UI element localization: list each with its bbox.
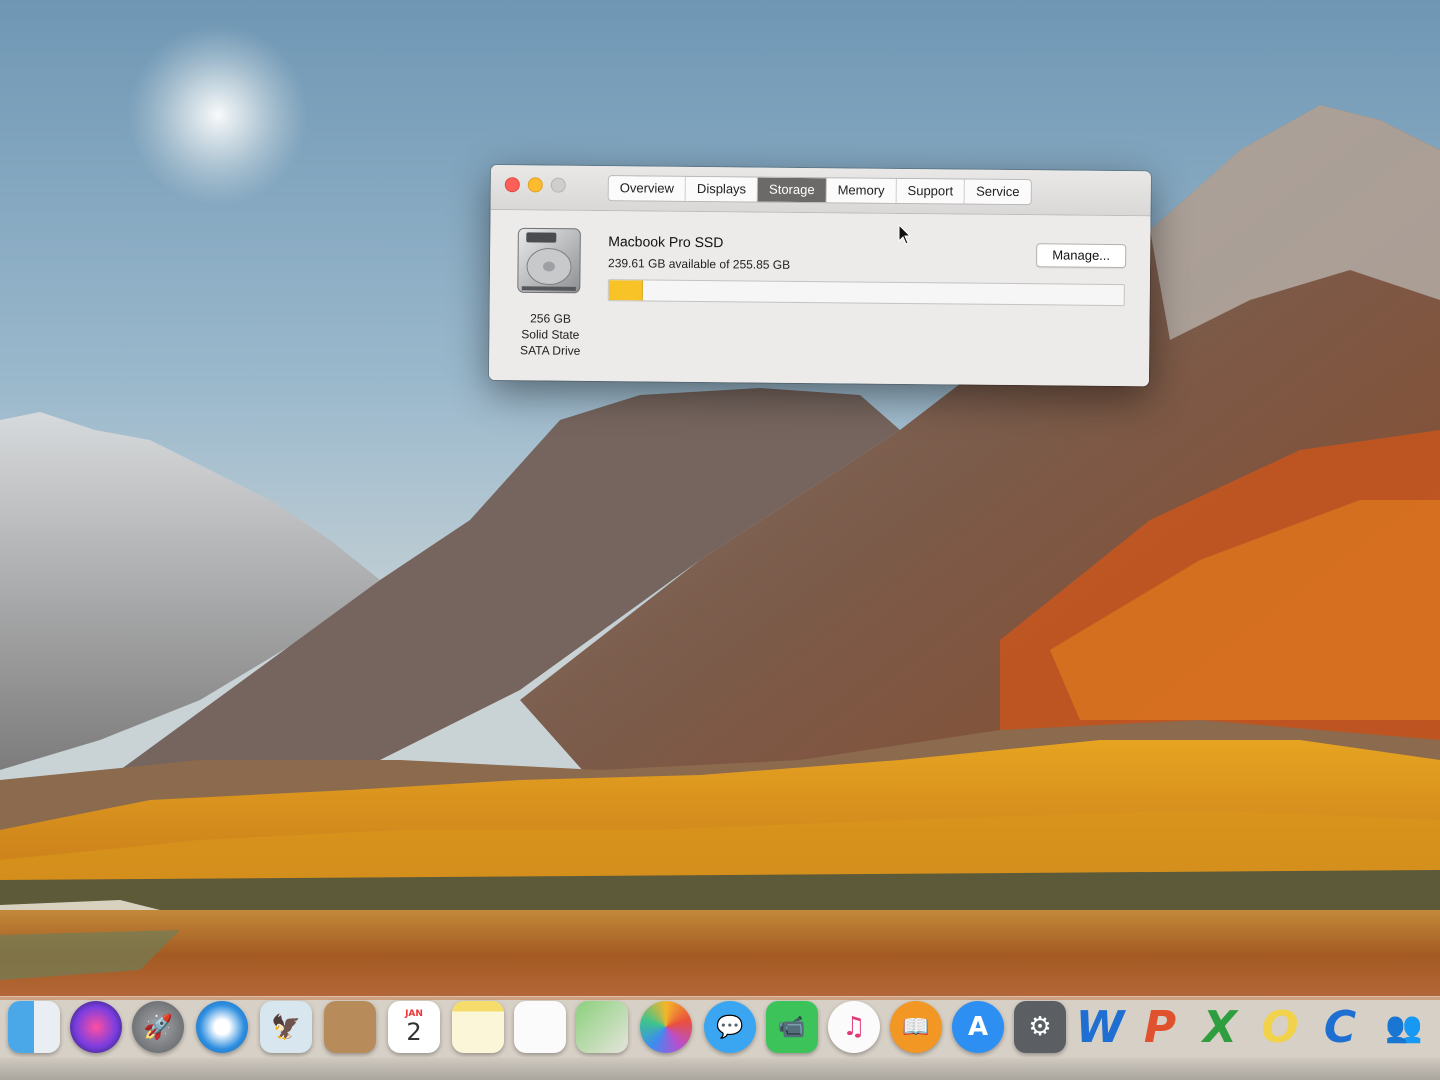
launchpad-icon[interactable]: 🚀 — [132, 1001, 184, 1053]
drive-summary: 256 GB Solid State SATA Drive — [505, 310, 595, 359]
drive-type: Solid State — [521, 327, 580, 342]
itunes-icon[interactable]: ♫ — [828, 1001, 880, 1053]
notes-icon[interactable] — [452, 1001, 504, 1053]
mouse-cursor-icon — [898, 224, 912, 245]
messages-icon[interactable]: 💬 — [704, 1001, 756, 1053]
tab-memory[interactable]: Memory — [826, 178, 897, 203]
storage-usage-bar — [607, 279, 1125, 307]
outlook-icon[interactable]: O — [1254, 1001, 1306, 1053]
dock: 🚀 🦅 JAN 2 💬 📹 ♫ 📖 A ⚙ W P X O C 👥 — [0, 996, 1440, 1059]
tab-service[interactable]: Service — [965, 179, 1031, 205]
desktop-wallpaper — [0, 0, 1440, 1080]
app-store-icon[interactable]: A — [952, 1001, 1004, 1053]
storage-used-segment — [608, 280, 643, 301]
photos-icon[interactable] — [640, 1001, 692, 1053]
zoom-button[interactable] — [550, 177, 566, 193]
safari-icon[interactable] — [196, 1001, 248, 1053]
tab-support[interactable]: Support — [896, 178, 966, 204]
system-preferences-icon[interactable]: ⚙ — [1014, 1001, 1066, 1053]
calendar-day: 2 — [406, 1018, 422, 1046]
window-titlebar[interactable]: Overview Displays Storage Memory Support… — [490, 165, 1151, 217]
drive-interface: SATA Drive — [520, 343, 581, 358]
tab-storage[interactable]: Storage — [757, 177, 827, 203]
ibooks-icon[interactable]: 📖 — [890, 1001, 942, 1053]
screen-bezel — [0, 1058, 1440, 1080]
storage-panel: 256 GB Solid State SATA Drive Macbook Pr… — [488, 209, 1151, 387]
close-button[interactable] — [504, 177, 520, 193]
about-this-mac-window: Overview Displays Storage Memory Support… — [488, 165, 1151, 387]
word-icon[interactable]: W — [1074, 1001, 1126, 1053]
maps-icon[interactable] — [576, 1001, 628, 1053]
c-app-icon[interactable]: C — [1314, 1001, 1366, 1053]
tab-overview[interactable]: Overview — [608, 176, 687, 201]
manage-button[interactable]: Manage... — [1036, 243, 1127, 269]
lync-icon[interactable]: 👥 — [1378, 1001, 1430, 1053]
minimize-button[interactable] — [527, 177, 543, 193]
tab-bar: Overview Displays Storage Memory Support… — [607, 175, 1032, 206]
siri-icon[interactable] — [70, 1001, 122, 1053]
hard-drive-icon — [517, 227, 581, 294]
powerpoint-icon[interactable]: P — [1134, 1001, 1186, 1053]
finder-icon[interactable] — [8, 1001, 60, 1053]
contacts-icon[interactable] — [324, 1001, 376, 1053]
drive-name: Macbook Pro SSD — [608, 233, 724, 251]
drive-capacity: 256 GB — [530, 311, 571, 326]
excel-icon[interactable]: X — [1194, 1001, 1246, 1053]
mail-icon[interactable]: 🦅 — [260, 1001, 312, 1053]
reminders-icon[interactable] — [514, 1001, 566, 1053]
drive-availability: 239.61 GB available of 255.85 GB — [607, 256, 791, 272]
calendar-icon[interactable]: JAN 2 — [388, 1001, 440, 1053]
tab-displays[interactable]: Displays — [685, 176, 759, 202]
facetime-icon[interactable]: 📹 — [766, 1001, 818, 1053]
